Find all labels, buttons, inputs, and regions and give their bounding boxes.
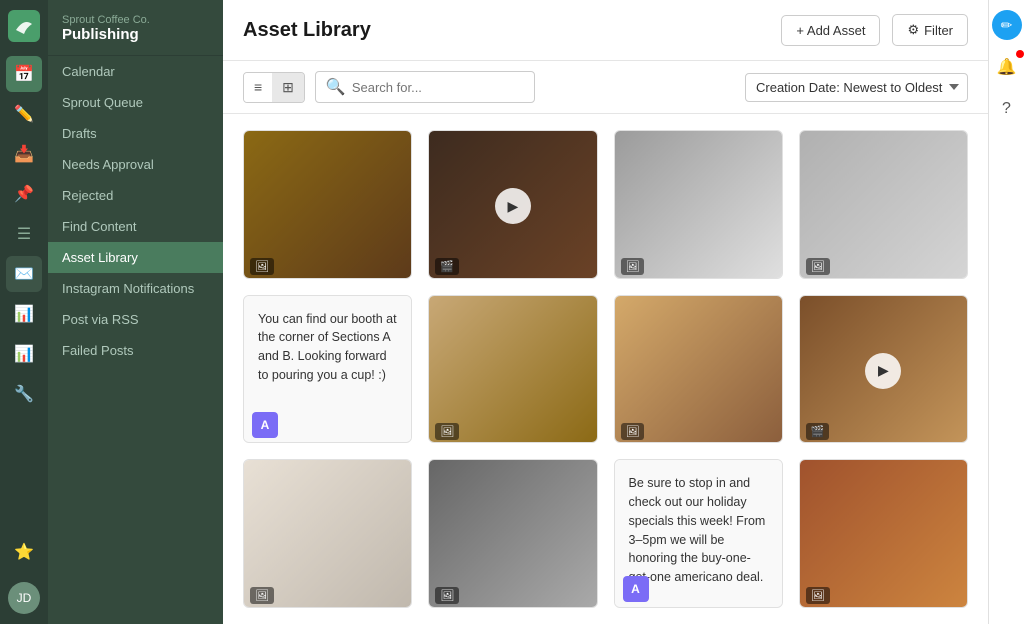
nav-icon-listening[interactable]: 📊 — [6, 336, 42, 372]
asset-card[interactable]: ▶ 🎬 How-to Milk Froth — [799, 295, 968, 444]
brand-header: Sprout Coffee Co. Publishing — [48, 0, 223, 56]
filter-button[interactable]: ⚙ Filter — [892, 14, 968, 46]
asset-text-thumb: You can find our booth at the corner of … — [244, 296, 411, 444]
sidebar-item-needs-approval[interactable]: Needs Approval — [48, 149, 223, 180]
nav-icon-inbox[interactable]: 📥 — [6, 136, 42, 172]
asset-grid: 🖼 Assorted Coffee ▶ 🎬 Making an Esspress… — [223, 114, 988, 624]
asset-thumbnail: 🖼 — [615, 296, 782, 444]
asset-thumbnail: 🖼 — [244, 460, 411, 608]
asset-thumbnail: 🖼 — [429, 296, 596, 444]
sidebar-item-sprout-queue[interactable]: Sprout Queue — [48, 87, 223, 118]
asset-thumbnail: 🖼 — [244, 131, 411, 279]
asset-card[interactable]: 🖼 Mason Jar — [243, 459, 412, 608]
asset-type-badge: 🖼 — [621, 258, 645, 275]
user-action-icon[interactable]: ✏ — [992, 10, 1022, 40]
asset-card[interactable]: 🖼 Store View — [614, 130, 783, 279]
sidebar-item-asset-library[interactable]: Asset Library — [48, 242, 223, 273]
search-icon: 🔍 — [326, 77, 346, 97]
text-type-icon: A — [623, 576, 649, 602]
asset-card[interactable]: 🖼 Assorted Coffee — [243, 130, 412, 279]
nav-icon-analytics[interactable]: 📊 — [6, 296, 42, 332]
filter-icon: ⚙ — [907, 22, 919, 38]
sidebar-item-drafts[interactable]: Drafts — [48, 118, 223, 149]
main-header: Asset Library + Add Asset ⚙ Filter — [223, 0, 988, 61]
nav-icon-compose[interactable]: ✏️ — [6, 96, 42, 132]
page-title: Asset Library — [243, 19, 769, 42]
asset-thumbnail: 🖼 — [800, 131, 967, 279]
asset-type-badge: 🖼 — [250, 258, 274, 275]
search-bar: 🔍 — [315, 71, 535, 103]
app-logo — [8, 10, 40, 42]
help-icon[interactable]: ? — [992, 94, 1022, 124]
right-sidebar: ✏ 🔔 ? — [988, 0, 1024, 624]
asset-thumbnail: 🖼 — [615, 131, 782, 279]
asset-card[interactable]: Be sure to stop in and check out our hol… — [614, 459, 783, 608]
asset-thumbnail: ▶ 🎬 — [429, 131, 596, 279]
nav-icon-tasks[interactable]: 📌 — [6, 176, 42, 212]
asset-thumbnail: ▶ 🎬 — [800, 296, 967, 444]
sidebar-item-instagram-notifications[interactable]: Instagram Notifications — [48, 273, 223, 304]
asset-card[interactable]: 🖼 Pour Over Top — [799, 130, 968, 279]
asset-card[interactable]: You can find our booth at the corner of … — [243, 295, 412, 444]
sidebar-item-find-content[interactable]: Find Content — [48, 211, 223, 242]
sidebar-item-post-via-rss[interactable]: Post via RSS — [48, 304, 223, 335]
play-button[interactable]: ▶ — [495, 188, 531, 224]
asset-type-badge: 🖼 — [806, 258, 830, 275]
asset-type-badge: 🖼 — [250, 587, 274, 604]
grid-view-button[interactable]: ⊞ — [272, 73, 304, 102]
nav-icon-calendar[interactable]: 📅 — [6, 56, 42, 92]
text-type-icon: A — [252, 412, 278, 438]
add-asset-button[interactable]: + Add Asset — [781, 15, 880, 46]
asset-type-badge: 🎬 — [806, 423, 830, 440]
toolbar: ≡ ⊞ 🔍 Creation Date: Newest to OldestCre… — [223, 61, 988, 114]
sidebar-item-calendar[interactable]: Calendar — [48, 56, 223, 87]
asset-type-badge: 🖼 — [435, 587, 459, 604]
list-view-button[interactable]: ≡ — [244, 73, 272, 102]
company-name: Sprout Coffee Co. — [62, 14, 209, 26]
asset-type-badge: 🖼 — [435, 423, 459, 440]
asset-thumbnail: 🖼 — [429, 460, 596, 608]
sort-select[interactable]: Creation Date: Newest to OldestCreation … — [745, 73, 968, 102]
asset-card[interactable]: 🖼 Latte Art — [428, 295, 597, 444]
asset-text-thumb: Be sure to stop in and check out our hol… — [615, 460, 782, 608]
asset-text-content: Be sure to stop in and check out our hol… — [629, 474, 768, 587]
sidebar-item-rejected[interactable]: Rejected — [48, 180, 223, 211]
asset-type-badge: 🎬 — [435, 258, 459, 275]
nav-icon-reports[interactable]: ☰ — [6, 216, 42, 252]
asset-thumbnail: 🖼 — [800, 460, 967, 608]
nav-icon-star[interactable]: ⭐ — [6, 534, 42, 570]
notification-badge — [1016, 50, 1024, 58]
app-name: Publishing — [62, 26, 209, 43]
asset-type-badge: 🖼 — [621, 423, 645, 440]
main-content: Asset Library + Add Asset ⚙ Filter ≡ ⊞ 🔍… — [223, 0, 988, 624]
asset-type-badge: 🖼 — [806, 587, 830, 604]
left-nav: Sprout Coffee Co. Publishing CalendarSpr… — [48, 0, 223, 624]
nav-icon-tools[interactable]: 🔧 — [6, 376, 42, 412]
nav-icon-publish[interactable]: ✉️ — [6, 256, 42, 292]
icon-sidebar: 📅 ✏️ 📥 📌 ☰ ✉️ 📊 📊 🔧 ⭐ JD — [0, 0, 48, 624]
user-avatar[interactable]: JD — [8, 582, 40, 614]
asset-text-content: You can find our booth at the corner of … — [258, 310, 397, 385]
sidebar-item-failed-posts[interactable]: Failed Posts — [48, 335, 223, 366]
notification-icon[interactable]: 🔔 — [992, 52, 1022, 82]
asset-card[interactable]: 🖼 Interior Shot — [428, 459, 597, 608]
asset-card[interactable]: ▶ 🎬 Making an Esspresso — [428, 130, 597, 279]
asset-card[interactable]: 🖼 Iced Coffee — [799, 459, 968, 608]
asset-card[interactable]: 🖼 December Special — [614, 295, 783, 444]
play-button[interactable]: ▶ — [865, 353, 901, 389]
search-input[interactable] — [352, 80, 524, 95]
view-toggle: ≡ ⊞ — [243, 72, 305, 103]
